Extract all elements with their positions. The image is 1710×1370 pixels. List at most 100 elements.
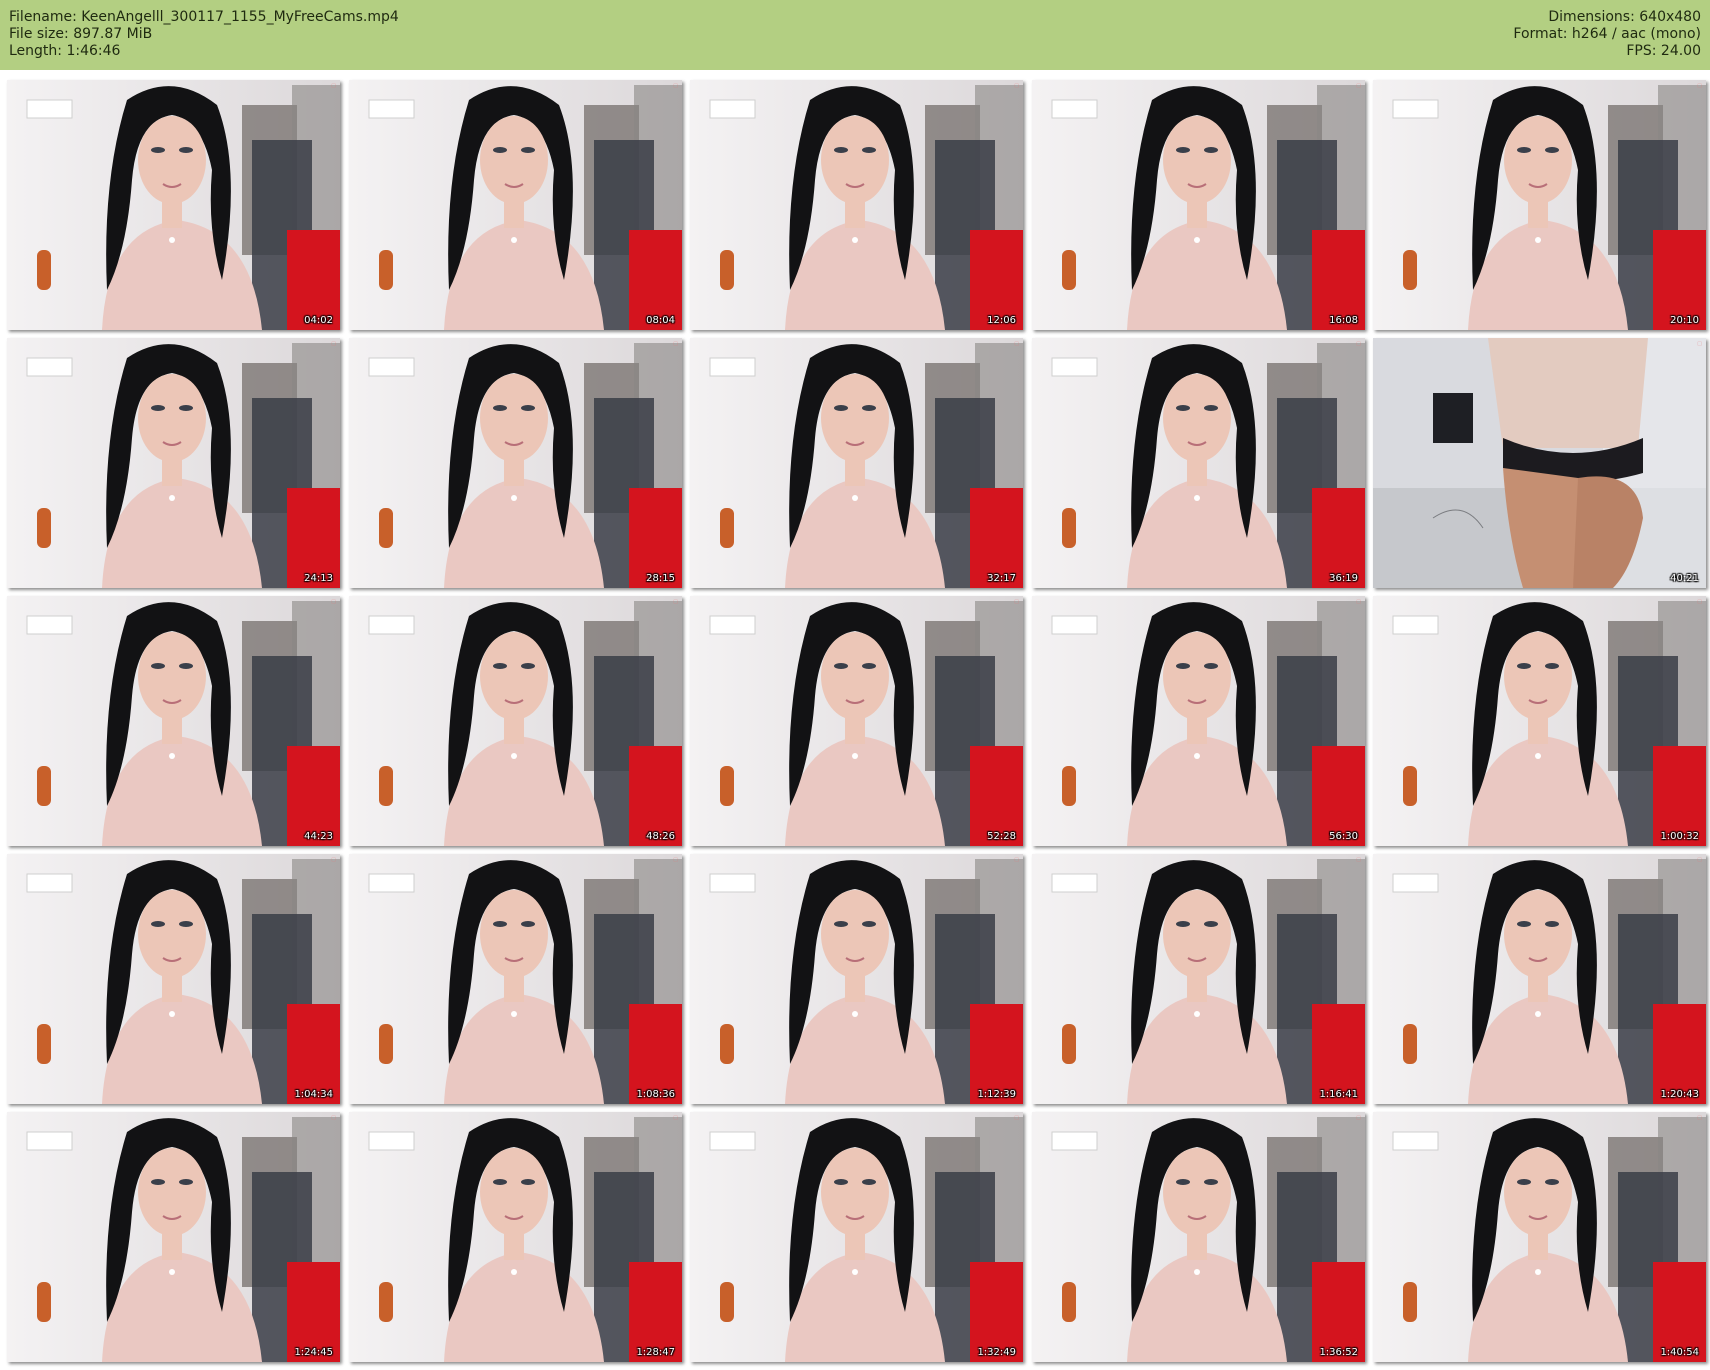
video-thumbnail: □ 40:21 xyxy=(1373,338,1706,588)
video-frame-image xyxy=(1032,338,1365,588)
thumbnail-timestamp: 1:36:52 xyxy=(1319,1347,1358,1358)
thumbnail-timestamp: 1:24:45 xyxy=(294,1347,333,1358)
format-line: Format: h264 / aac (mono) xyxy=(1513,26,1701,42)
watermark: □ xyxy=(673,83,678,89)
thumbnail-timestamp: 08:04 xyxy=(646,315,675,326)
filesize-line: File size: 897.87 MiB xyxy=(9,26,153,42)
video-frame-image xyxy=(1373,338,1706,588)
video-frame-image xyxy=(349,854,682,1104)
thumbnail-timestamp: 20:10 xyxy=(1670,315,1699,326)
watermark: □ xyxy=(673,857,678,863)
video-thumbnail: □ 1:36:52 xyxy=(1032,1112,1365,1362)
video-thumbnail: □ 1:08:36 xyxy=(349,854,682,1104)
video-frame-image xyxy=(1032,854,1365,1104)
fps-line: FPS: 24.00 xyxy=(1626,43,1701,59)
file-info-right: Dimensions: 640x480 Format: h264 / aac (… xyxy=(1513,9,1701,60)
video-thumbnail: □ 32:17 xyxy=(690,338,1023,588)
video-frame-image xyxy=(690,80,1023,330)
video-thumbnail: □ 1:24:45 xyxy=(7,1112,340,1362)
thumbnail-timestamp: 1:04:34 xyxy=(294,1089,333,1100)
file-info-left: Filename: KeenAngelll_300117_1155_MyFree… xyxy=(9,9,399,60)
video-thumbnail: □ 1:12:39 xyxy=(690,854,1023,1104)
info-header: Filename: KeenAngelll_300117_1155_MyFree… xyxy=(0,0,1710,70)
video-thumbnail: □ 20:10 xyxy=(1373,80,1706,330)
thumbnail-timestamp: 1:00:32 xyxy=(1660,831,1699,842)
thumbnail-timestamp: 44:23 xyxy=(304,831,333,842)
thumbnail-timestamp: 24:13 xyxy=(304,573,333,584)
video-frame-image xyxy=(1373,1112,1706,1362)
video-thumbnail: □ 16:08 xyxy=(1032,80,1365,330)
video-thumbnail: □ 56:30 xyxy=(1032,596,1365,846)
thumbnail-timestamp: 56:30 xyxy=(1329,831,1358,842)
video-frame-image xyxy=(690,854,1023,1104)
thumbnail-timestamp: 32:17 xyxy=(987,573,1016,584)
watermark: □ xyxy=(1014,857,1019,863)
thumbnail-timestamp: 1:32:49 xyxy=(977,1347,1016,1358)
watermark: □ xyxy=(673,341,678,347)
watermark: □ xyxy=(1697,599,1702,605)
thumbnail-timestamp: 1:12:39 xyxy=(977,1089,1016,1100)
video-thumbnail: □ 52:28 xyxy=(690,596,1023,846)
length-line: Length: 1:46:46 xyxy=(9,43,121,59)
thumbnail-timestamp: 1:08:36 xyxy=(636,1089,675,1100)
thumbnail-timestamp: 48:26 xyxy=(646,831,675,842)
thumbnail-timestamp: 04:02 xyxy=(304,315,333,326)
video-frame-image xyxy=(1373,596,1706,846)
watermark: □ xyxy=(1697,857,1702,863)
watermark: □ xyxy=(1697,83,1702,89)
video-frame-image xyxy=(349,80,682,330)
thumbnail-timestamp: 36:19 xyxy=(1329,573,1358,584)
video-frame-image xyxy=(349,338,682,588)
watermark: □ xyxy=(1697,1115,1702,1121)
video-thumbnail: □ 1:00:32 xyxy=(1373,596,1706,846)
watermark: □ xyxy=(1014,1115,1019,1121)
watermark: □ xyxy=(331,83,336,89)
video-thumbnail: □ 1:28:47 xyxy=(349,1112,682,1362)
video-thumbnail: □ 48:26 xyxy=(349,596,682,846)
thumbnail-timestamp: 1:16:41 xyxy=(1319,1089,1358,1100)
video-thumbnail: □ 1:20:43 xyxy=(1373,854,1706,1104)
video-thumbnail: □ 04:02 xyxy=(7,80,340,330)
thumbnail-timestamp: 40:21 xyxy=(1670,573,1699,584)
watermark: □ xyxy=(331,341,336,347)
watermark: □ xyxy=(1356,857,1361,863)
thumbnail-timestamp: 1:20:43 xyxy=(1660,1089,1699,1100)
watermark: □ xyxy=(1356,83,1361,89)
watermark: □ xyxy=(331,1115,336,1121)
video-thumbnail: □ 1:40:54 xyxy=(1373,1112,1706,1362)
watermark: □ xyxy=(1356,599,1361,605)
thumbnail-timestamp: 52:28 xyxy=(987,831,1016,842)
video-frame-image xyxy=(349,596,682,846)
video-frame-image xyxy=(349,1112,682,1362)
thumbnail-timestamp: 1:28:47 xyxy=(636,1347,675,1358)
video-frame-image xyxy=(1373,854,1706,1104)
video-frame-image xyxy=(1032,596,1365,846)
video-frame-image xyxy=(7,1112,340,1362)
watermark: □ xyxy=(1014,599,1019,605)
video-frame-image xyxy=(690,338,1023,588)
video-thumbnail: □ 1:04:34 xyxy=(7,854,340,1104)
video-frame-image xyxy=(690,596,1023,846)
video-thumbnail: □ 12:06 xyxy=(690,80,1023,330)
video-thumbnail: □ 44:23 xyxy=(7,596,340,846)
watermark: □ xyxy=(331,599,336,605)
video-thumbnail: □ 1:16:41 xyxy=(1032,854,1365,1104)
thumbnail-timestamp: 16:08 xyxy=(1329,315,1358,326)
video-thumbnail: □ 36:19 xyxy=(1032,338,1365,588)
video-frame-image xyxy=(1373,80,1706,330)
watermark: □ xyxy=(1014,83,1019,89)
video-thumbnail: □ 08:04 xyxy=(349,80,682,330)
thumbnail-grid: □ 04:02 □ 08:04 □ 12:06 □ 16:08 □ 20:10 … xyxy=(0,80,1710,1368)
watermark: □ xyxy=(673,1115,678,1121)
video-thumbnail: □ 1:32:49 xyxy=(690,1112,1023,1362)
thumbnail-timestamp: 1:40:54 xyxy=(1660,1347,1699,1358)
dimensions-line: Dimensions: 640x480 xyxy=(1548,9,1701,25)
video-frame-image xyxy=(7,338,340,588)
video-thumbnail: □ 24:13 xyxy=(7,338,340,588)
video-frame-image xyxy=(7,854,340,1104)
thumbnail-timestamp: 12:06 xyxy=(987,315,1016,326)
video-frame-image xyxy=(690,1112,1023,1362)
watermark: □ xyxy=(1356,341,1361,347)
watermark: □ xyxy=(1014,341,1019,347)
video-frame-image xyxy=(7,80,340,330)
